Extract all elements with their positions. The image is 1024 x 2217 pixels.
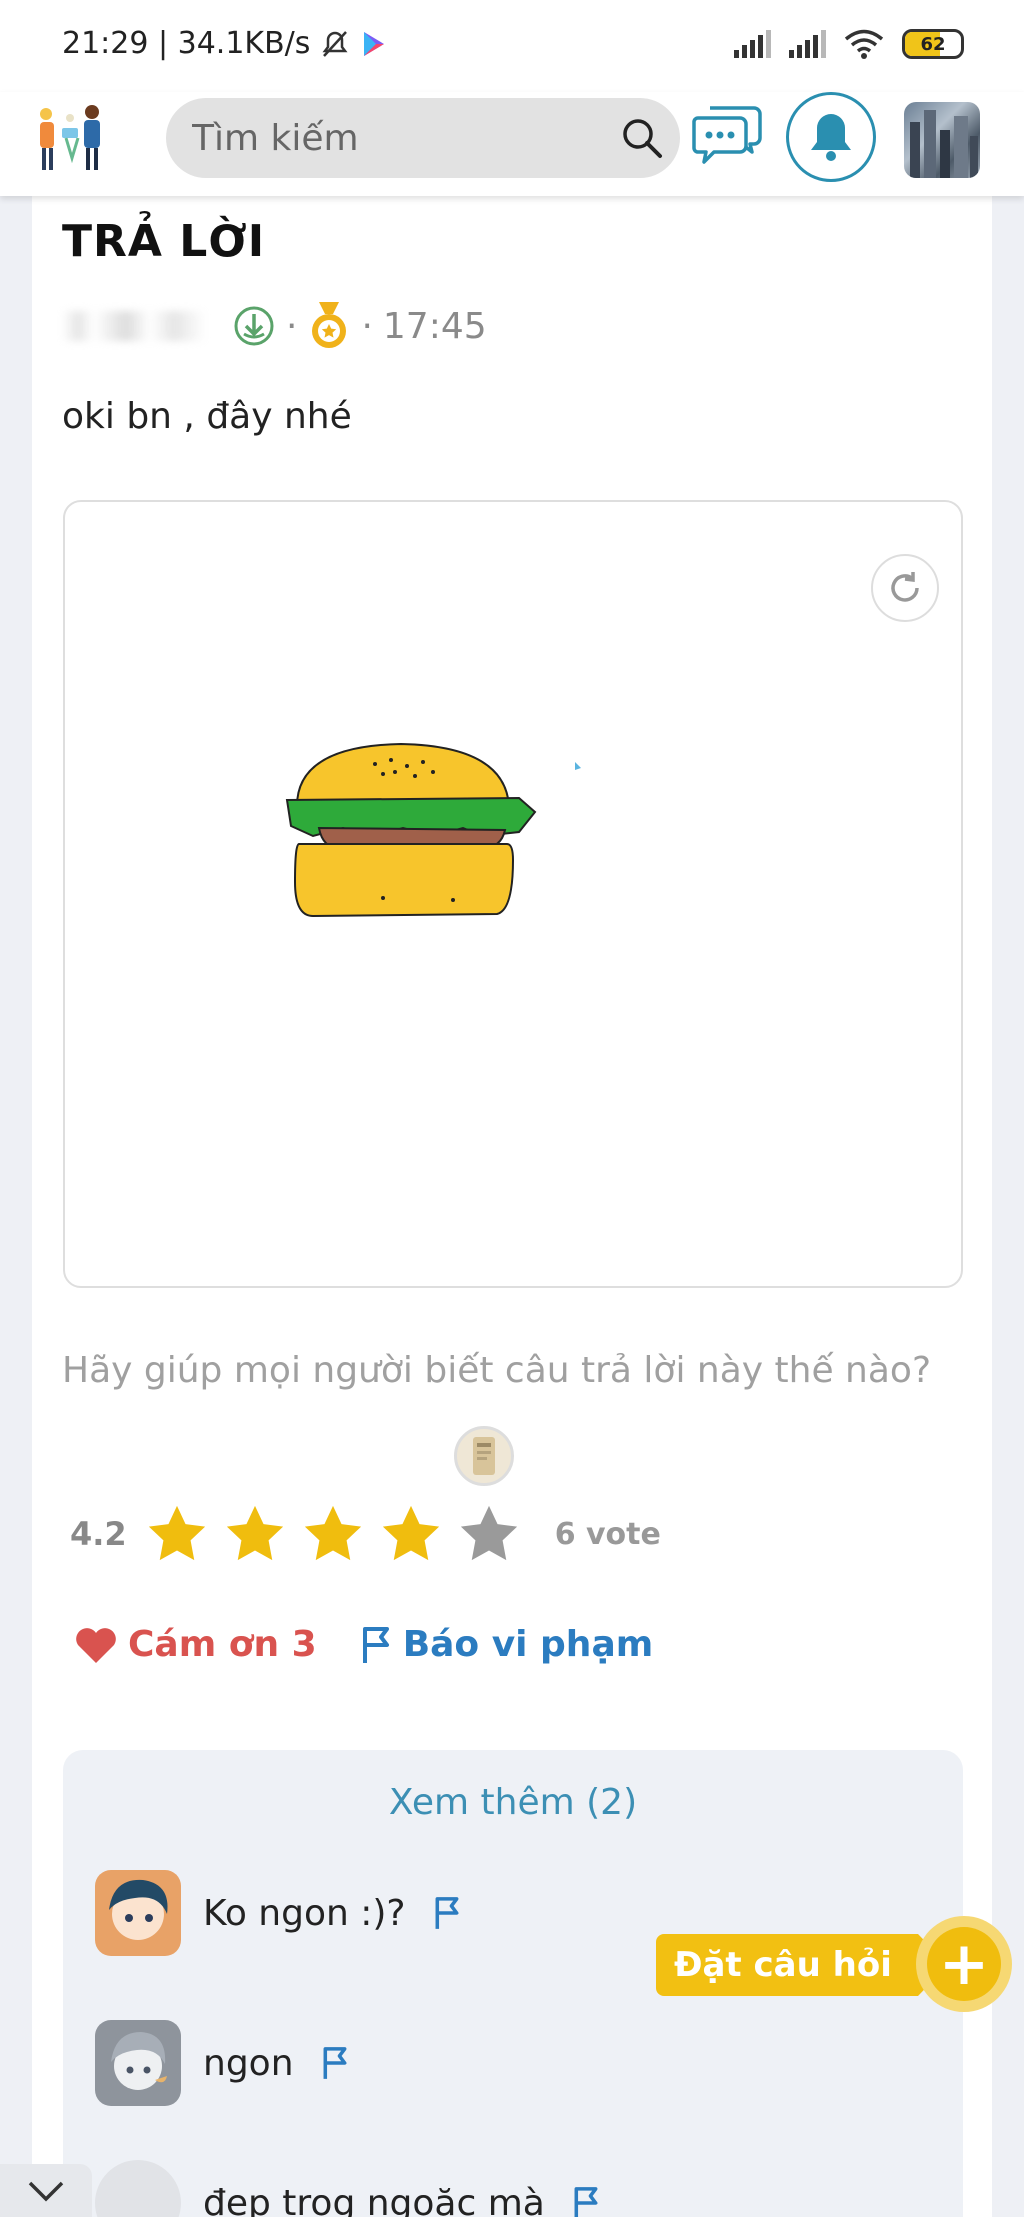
comment-item: đẹp trog ngoặc mà [95,2160,601,2217]
search-icon[interactable] [620,116,664,160]
answer-actions: Cám ơn 3 Báo vi phạm [74,1624,653,1665]
see-more-comments-link[interactable]: Xem thêm (2) [63,1782,963,1823]
star-filled-icon[interactable] [223,1502,287,1566]
report-label: Báo vi phạm [402,1624,654,1665]
search-input[interactable] [192,117,592,159]
comment-report-flag-icon[interactable] [571,2185,601,2217]
comment-avatar[interactable] [95,1870,181,1956]
avatar-image [910,110,978,178]
comment-avatar-image [95,1870,181,1956]
play-store-icon [364,31,385,56]
rank-badge-icon [234,306,274,346]
status-left: 21:29 | 34.1KB/s [62,26,388,61]
rotate-icon [891,572,919,602]
search-bar[interactable] [166,98,680,178]
answer-image[interactable] [63,500,963,1288]
section-title: TRẢ LỜI [62,216,266,267]
ask-question-button[interactable]: + [916,1916,1012,2012]
star-filled-icon[interactable] [379,1502,443,1566]
thanks-label: Cám ơn 3 [128,1624,317,1665]
answer-meta: · · 17:45 [62,300,487,352]
heart-icon [76,1627,116,1663]
wifi-icon [844,29,884,59]
author-name-blurred[interactable] [62,311,222,341]
comment-text: ngon [203,2042,294,2084]
comment-report-flag-icon[interactable] [432,1895,462,1931]
notifications-button[interactable] [786,92,876,182]
status-time-speed: 21:29 | 34.1KB/s [62,26,311,61]
plus-icon: + [927,1927,1001,2001]
answer-text: oki bn , đây nhé [62,396,352,437]
ask-question-label[interactable]: Đặt câu hỏi [656,1934,948,1996]
burger-drawing [285,742,581,918]
rating-row: 4.2 6 vote [70,1502,661,1566]
bell-icon [811,114,851,161]
comment-avatar[interactable] [95,2160,181,2217]
meta-dot-2: · [361,305,373,347]
meta-dot: · [286,305,298,347]
signal-icon-2 [789,30,826,58]
comment-text: Ko ngon :)? [203,1892,406,1934]
battery-icon: 62 [902,29,964,59]
collapse-tab[interactable] [0,2164,92,2217]
star-filled-icon[interactable] [145,1502,209,1566]
user-avatar[interactable] [904,102,980,178]
star-empty-icon[interactable] [457,1502,521,1566]
answer-card: TRẢ LỜI · · 17:45 oki bn , đây nhé Hãy g… [32,196,992,2217]
vote-count: 6 vote [554,1516,661,1552]
comment-text: đẹp trog ngoặc mà [203,2182,545,2217]
comment-item: Ko ngon :)? [95,1870,462,1956]
star-rating[interactable] [145,1502,521,1566]
medal-icon [312,302,347,348]
rating-value: 4.2 [70,1515,127,1553]
voter-avatar [454,1426,514,1486]
signal-icon [734,30,771,58]
chevron-down-icon [28,2181,64,2201]
rotate-image-button[interactable] [871,554,939,622]
status-bar: 21:29 | 34.1KB/s 62 [0,0,1024,92]
battery-level: 62 [920,33,946,55]
comment-report-flag-icon[interactable] [320,2045,350,2081]
thanks-button[interactable]: Cám ơn 3 [74,1624,317,1665]
flag-icon [362,1626,389,1663]
star-filled-icon[interactable] [301,1502,365,1566]
comment-avatar[interactable] [95,2020,181,2106]
comment-avatar-image [95,2020,181,2106]
mute-icon [322,30,348,57]
status-right: 62 [734,28,964,60]
report-button[interactable]: Báo vi phạm [359,1624,654,1665]
messages-icon[interactable] [692,102,764,168]
app-header [0,92,1024,196]
comment-item: ngon [95,2020,350,2106]
app-logo[interactable] [32,98,114,180]
answer-time: 17:45 [382,305,487,347]
voter-avatar-image [473,1437,495,1475]
rating-prompt: Hãy giúp mọi người biết câu trả lời này … [62,1350,932,1391]
